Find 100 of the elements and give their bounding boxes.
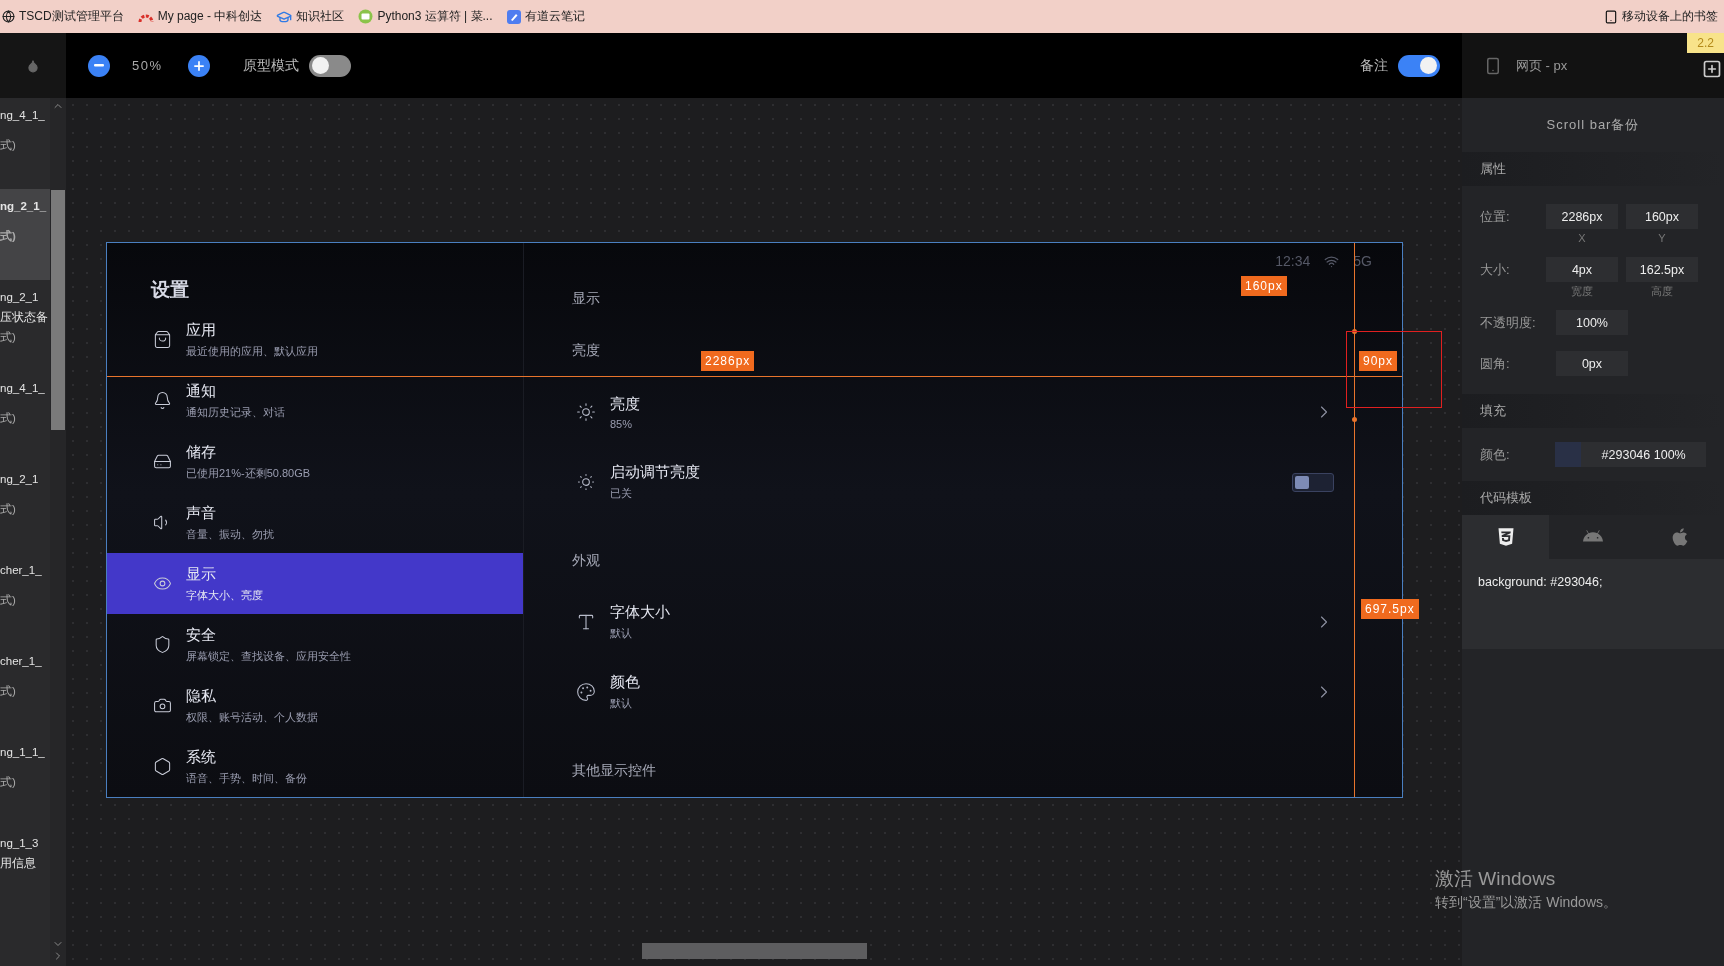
device-label: 网页 - px (1516, 56, 1568, 75)
bookmark-link[interactable]: My page - 中科创达 (137, 8, 263, 25)
code-tab[interactable] (1462, 515, 1550, 559)
layer-item[interactable]: ng_4_1_ 式) (0, 371, 50, 462)
settings-row[interactable]: 颜色 默认 (524, 657, 1342, 727)
layer-item[interactable]: cher_1_ 式) (0, 553, 50, 644)
plus-icon (192, 58, 206, 73)
settings-menu-item[interactable]: 隐私 权限、账号活动、个人数据 (107, 675, 523, 736)
measure-handle[interactable] (1352, 329, 1357, 334)
layer-name: ng_4_1_ (0, 108, 46, 122)
layer-title: Scroll bar备份 (1545, 116, 1641, 134)
zoom-in-button[interactable] (188, 54, 210, 77)
field-caption: Y (1658, 231, 1666, 246)
row-subtitle: 默认 (610, 626, 633, 641)
height-field[interactable]: 162.5px (1626, 257, 1698, 282)
page-title: 显示 (572, 290, 600, 308)
y-field[interactable]: 160px (1626, 204, 1698, 229)
menu-title: 隐私 (186, 686, 217, 706)
row-subtitle: 已关 (610, 486, 633, 501)
layer-name: 式) (0, 138, 17, 152)
layer-name: ng_2_1 (0, 290, 40, 304)
color-field[interactable]: #293046 100% (1555, 442, 1706, 467)
section-heading: 外观 (572, 552, 600, 570)
code-badge-icon (358, 9, 374, 24)
notes-toggle[interactable] (1398, 54, 1440, 77)
menu-subtitle: 字体大小、亮度 (186, 587, 263, 603)
layer-item[interactable]: ng_1_3 用信息 (0, 826, 50, 917)
measure-handle[interactable] (1352, 417, 1357, 422)
layer-item[interactable]: ng_2_1 式) (0, 462, 50, 553)
settings-row[interactable]: 亮度 85% (524, 377, 1342, 447)
row-title: 颜色 (610, 673, 641, 692)
minus-icon (94, 64, 104, 67)
layer-item[interactable]: ng_4_1_ 式) (0, 98, 50, 189)
layer-name: 式) (0, 593, 17, 607)
settings-menu-item[interactable]: 通知 通知历史记录、对话 (107, 370, 523, 431)
menu-subtitle: 权限、账号活动、个人数据 (186, 709, 318, 725)
bookmark-link[interactable]: 移动设备上的书签 (1604, 8, 1718, 25)
scrollbar-thumb[interactable] (51, 190, 65, 430)
field-label: 不透明度: (1480, 314, 1537, 332)
field-label: 大小: (1480, 261, 1511, 279)
layer-name: 压状态备 (0, 310, 49, 324)
add-icon[interactable] (1702, 59, 1722, 79)
x-field[interactable]: 2286px (1546, 204, 1618, 229)
field-label: 颜色: (1480, 446, 1511, 464)
settings-row[interactable]: 启动调节亮度 已关 (524, 447, 1342, 517)
settings-menu-item[interactable]: 安全 屏幕锁定、查找设备、应用安全性 (107, 614, 523, 675)
bookmark-link[interactable]: 知识社区 (276, 8, 345, 25)
settings-title: 设置 (149, 278, 190, 302)
zoom-out-button[interactable] (88, 54, 110, 77)
status-time: 12:34 (1275, 253, 1311, 269)
prototype-mode-toggle[interactable] (309, 54, 351, 77)
bookmark-link[interactable]: 有道云笔记 (506, 8, 585, 25)
eye-icon (153, 574, 172, 593)
layer-item[interactable]: ng_1_1_ 式) (0, 735, 50, 826)
layer-name: cher_1_ (0, 654, 43, 668)
bookmark-link[interactable]: TSCD测试管理平台 (2, 8, 124, 25)
menu-title: 储存 (186, 442, 217, 462)
camera-icon (153, 696, 172, 715)
opacity-field[interactable]: 100% (1556, 310, 1628, 335)
globe-icon (2, 10, 15, 23)
settings-row[interactable]: 字体大小 默认 (524, 587, 1342, 657)
menu-title: 显示 (186, 564, 217, 584)
prototype-mode-label: 原型模式 (243, 56, 299, 75)
settings-menu-item[interactable]: 声音 音量、振动、勿扰 (107, 492, 523, 553)
color-swatch[interactable] (1555, 442, 1582, 467)
width-field[interactable]: 4px (1546, 257, 1618, 282)
bag-icon (153, 330, 172, 349)
layer-item[interactable]: ng_2_1 压状态备 式) (0, 280, 50, 371)
row-title: 亮度 (610, 394, 641, 414)
field-caption: 高度 (1651, 284, 1673, 299)
menu-title: 系统 (186, 747, 217, 767)
text-icon (576, 612, 596, 632)
field-caption: 宽度 (1571, 284, 1593, 299)
scrollbar-thumb[interactable] (642, 943, 867, 959)
layer-item[interactable]: ng_2_1_ 式) (0, 189, 50, 280)
layer-name: ng_1_3 (0, 836, 40, 850)
layer-name: 式) (0, 330, 17, 344)
phone-icon[interactable] (1484, 56, 1502, 75)
layer-name: 式) (0, 411, 17, 425)
layer-item[interactable]: cher_1_ 式) (0, 644, 50, 735)
row-subtitle: 默认 (610, 696, 633, 711)
shield-icon (153, 635, 172, 654)
code-snippet: background: #293046; (1462, 559, 1724, 649)
layer-name: 用信息 (0, 856, 37, 870)
layer-name: ng_2_1_ (0, 199, 48, 213)
menu-subtitle: 已使用21%-还剩50.80GB (186, 465, 311, 481)
zoom-level: 50% (132, 58, 164, 73)
drop-icon[interactable] (26, 58, 40, 73)
sun-icon (576, 472, 596, 492)
notes-label: 备注 (1360, 56, 1388, 75)
menu-title: 声音 (186, 503, 217, 523)
settings-menu-item[interactable]: 系统 语音、手势、时间、备份 (107, 736, 523, 797)
row-subtitle: 85% (610, 417, 634, 430)
settings-menu-item[interactable]: 应用 最近使用的应用、默认应用 (107, 309, 523, 370)
settings-menu-item[interactable]: 显示 字体大小、亮度 (107, 553, 523, 614)
radius-field[interactable]: 0px (1556, 351, 1628, 376)
settings-menu-item[interactable]: 储存 已使用21%-还剩50.80GB (107, 431, 523, 492)
menu-title: 通知 (186, 381, 217, 401)
toggle-switch[interactable] (1292, 472, 1334, 492)
bookmark-link[interactable]: Python3 运算符 | 菜... (358, 8, 493, 25)
